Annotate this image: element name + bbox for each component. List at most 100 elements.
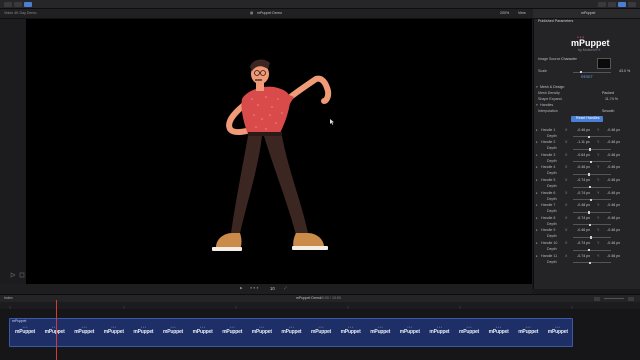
handle-disclosure-icon[interactable]: ▸ <box>536 203 538 208</box>
handle-depth-row[interactable]: Depth <box>533 172 640 177</box>
depth-knob[interactable] <box>588 248 590 252</box>
view-menu[interactable]: View <box>518 11 526 16</box>
handle-depth-row[interactable]: Depth <box>533 184 640 189</box>
handle-row[interactable]: ▸ Handle 10 X -0.74 px Y -0.46 px <box>533 241 640 246</box>
handle-x-value[interactable]: -0.74 px <box>577 241 590 246</box>
handle-y-value[interactable]: -0.46 px <box>607 203 620 208</box>
handle-x-value[interactable]: -0.48 px <box>577 203 590 208</box>
handle-x-value[interactable]: -0.74 px <box>577 216 590 221</box>
depth-slider[interactable] <box>573 262 611 264</box>
handle-y-value[interactable]: -0.46 px <box>607 254 620 259</box>
timeline-ruler[interactable] <box>0 302 640 309</box>
viewer-canvas[interactable] <box>26 19 532 284</box>
depth-slider[interactable] <box>573 186 611 188</box>
handle-x-value[interactable]: -0.74 px <box>577 191 590 196</box>
handle-depth-row[interactable]: Depth <box>533 209 640 215</box>
interpolation-value[interactable]: Smooth <box>602 109 614 114</box>
handle-x-value[interactable]: -1.11 px <box>577 140 590 145</box>
import-button[interactable] <box>24 1 32 7</box>
handle-disclosure-icon[interactable]: ▸ <box>536 178 538 183</box>
timeline-settings-button[interactable] <box>628 296 634 301</box>
handle-row[interactable]: ▸ Handle 1 X -0.46 px Y -0.46 px <box>533 128 640 133</box>
handle-y-value[interactable]: -0.46 px <box>607 241 620 246</box>
handle-disclosure-icon[interactable]: ▸ <box>536 229 538 233</box>
handle-depth-row[interactable]: Depth <box>533 260 640 265</box>
depth-knob[interactable] <box>590 236 592 239</box>
handle-depth-row[interactable]: Depth <box>533 146 640 152</box>
depth-knob[interactable] <box>588 135 590 139</box>
handle-depth-row[interactable]: Depth <box>533 222 640 227</box>
handle-depth-row[interactable]: Depth <box>533 134 640 139</box>
handle-depth-row[interactable]: Depth <box>533 247 640 252</box>
handle-x-value[interactable]: -0.74 px <box>577 254 590 259</box>
depth-knob[interactable] <box>589 148 591 151</box>
mesh-section-header[interactable]: Mesh & Design <box>540 85 564 90</box>
handle-y-value[interactable]: -0.46 px <box>607 153 620 158</box>
image-well[interactable] <box>597 58 611 69</box>
depth-slider[interactable] <box>573 148 611 150</box>
inspector-toggle-3[interactable] <box>618 1 626 7</box>
handle-x-value[interactable]: -0.46 px <box>577 166 590 170</box>
depth-slider[interactable] <box>573 174 611 176</box>
play-button[interactable]: ▶ <box>240 286 243 291</box>
handle-y-value[interactable]: -0.46 px <box>607 191 620 196</box>
handle-y-value[interactable]: -0.46 px <box>607 216 620 221</box>
handle-disclosure-icon[interactable]: ▸ <box>536 166 538 170</box>
playhead[interactable] <box>56 300 57 360</box>
scale-slider[interactable] <box>573 71 611 73</box>
mesh-density-value[interactable]: Packed <box>602 91 614 96</box>
handle-disclosure-icon[interactable]: ▸ <box>536 216 538 221</box>
share-button[interactable] <box>628 1 636 7</box>
handle-row[interactable]: ▸ Handle 4 X -0.46 px Y -0.46 px <box>533 166 640 171</box>
handle-disclosure-icon[interactable]: ▸ <box>536 128 538 133</box>
handle-row[interactable]: ▸ Handle 6 X -0.74 px Y -0.46 px <box>533 191 640 196</box>
clip-appearance-button[interactable] <box>594 296 600 301</box>
depth-knob[interactable] <box>589 261 591 265</box>
handle-depth-row[interactable]: Depth <box>533 159 640 164</box>
scale-knob[interactable] <box>580 70 582 74</box>
handle-row[interactable]: ▸ Handle 7 X -0.48 px Y -0.46 px <box>533 203 640 209</box>
handle-disclosure-icon[interactable]: ▸ <box>536 254 538 259</box>
handle-row[interactable]: ▸ Handle 9 X -0.46 px Y -0.46 px <box>533 229 640 234</box>
timeline-index-button[interactable]: Index <box>4 296 13 301</box>
shape-expand-value[interactable]: 11.74 % <box>605 97 618 102</box>
depth-knob[interactable] <box>589 223 591 227</box>
fullscreen-icon[interactable]: ⤢ <box>284 286 287 291</box>
handle-depth-row[interactable]: Depth <box>533 235 640 240</box>
depth-slider[interactable] <box>573 249 611 251</box>
disclosure-icon[interactable]: ▾ <box>536 85 538 90</box>
depth-knob[interactable] <box>590 198 592 202</box>
inspector-toggle-2[interactable] <box>608 1 616 7</box>
depth-slider[interactable] <box>573 211 611 213</box>
handle-y-value[interactable]: -0.46 px <box>607 178 620 183</box>
reset-button[interactable]: RESET <box>581 75 593 80</box>
inspector-tab[interactable]: mPuppet <box>581 11 595 16</box>
handle-row[interactable]: ▸ Handle 8 X -0.74 px Y -0.46 px <box>533 216 640 221</box>
image-source-value[interactable]: Character <box>561 57 577 62</box>
handles-label[interactable]: Handles <box>540 103 553 108</box>
scale-value[interactable]: 43.0 % <box>619 69 630 74</box>
depth-knob[interactable] <box>588 211 590 214</box>
handle-depth-row[interactable]: Depth <box>533 197 640 202</box>
inspector-toggle-1[interactable] <box>598 1 606 7</box>
handles-disclosure-icon[interactable]: ▾ <box>536 103 538 108</box>
handle-y-value[interactable]: -0.46 px <box>607 140 620 145</box>
handle-y-value[interactable]: -0.46 px <box>607 166 620 170</box>
zoom-menu[interactable]: 200% <box>500 11 509 16</box>
depth-knob[interactable] <box>589 185 591 189</box>
handle-disclosure-icon[interactable]: ▸ <box>536 241 538 246</box>
media-button[interactable] <box>14 1 22 7</box>
timeline-clip[interactable]: mPuppet • • • mPuppet • • • mPuppet • • • mPu… <box>9 318 573 347</box>
handle-y-value[interactable]: -0.46 px <box>607 229 620 233</box>
handle-disclosure-icon[interactable]: ▸ <box>536 191 538 196</box>
handle-x-value[interactable]: -0.46 px <box>577 229 590 233</box>
handle-row[interactable]: ▸ Handle 2 X -1.11 px Y -0.46 px <box>533 140 640 146</box>
depth-knob[interactable] <box>588 173 590 176</box>
reset-handles-button[interactable]: Reset Handles <box>571 116 603 122</box>
handle-row[interactable]: ▸ Handle 11 X -0.74 px Y -0.46 px <box>533 254 640 259</box>
handle-y-value[interactable]: -0.46 px <box>607 128 620 133</box>
handle-x-value[interactable]: -0.46 px <box>577 128 590 133</box>
library-button[interactable] <box>4 1 12 7</box>
depth-slider[interactable] <box>573 136 611 138</box>
handle-disclosure-icon[interactable]: ▸ <box>536 140 538 145</box>
